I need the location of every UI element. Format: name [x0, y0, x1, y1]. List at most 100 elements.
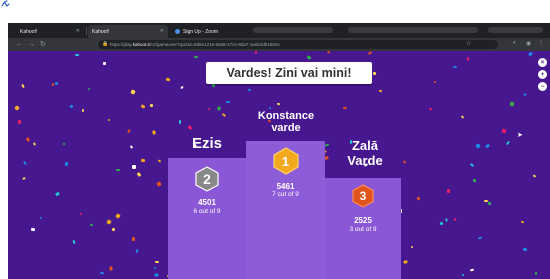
confetti-piece	[428, 107, 433, 111]
confetti-piece	[217, 106, 221, 111]
rank-number: 3	[359, 189, 367, 203]
podium-second: 2 4501 6 out of 9	[168, 158, 246, 279]
confetti-piece	[520, 220, 525, 224]
confetti-piece	[178, 119, 182, 125]
confetti-piece	[221, 112, 227, 118]
confetti-piece	[81, 108, 85, 113]
podium-third: 3 2525 3 out of 9	[325, 178, 401, 279]
confetti-piece	[62, 142, 66, 146]
confetti-piece	[469, 162, 475, 168]
confetti-piece	[149, 103, 154, 108]
close-icon[interactable]: ✕	[76, 28, 80, 34]
confetti-piece	[154, 273, 159, 277]
forward-arrow-icon[interactable]: →	[28, 40, 35, 49]
confetti-piece	[180, 85, 184, 90]
url-host: kahoot.it	[132, 42, 150, 47]
player-score: 2525	[354, 216, 372, 225]
confetti-piece	[115, 168, 121, 172]
correct-count: 7 cut of 9	[272, 191, 299, 198]
confetti-piece	[372, 71, 377, 76]
confetti-piece	[452, 65, 458, 69]
confetti-piece	[51, 82, 55, 87]
confetti-piece	[439, 221, 444, 226]
confetti-piece	[25, 137, 31, 142]
confetti-piece	[485, 143, 490, 149]
browser-tab-3[interactable]: Sign Up - Zoom	[171, 25, 246, 38]
close-circle-icon[interactable]: ×	[538, 58, 547, 67]
confetti-piece	[131, 236, 136, 242]
bronze-medal-icon: 3	[351, 184, 375, 208]
confetti-piece	[130, 89, 136, 95]
confetti-piece	[14, 105, 20, 111]
extensions-icon[interactable]: ◐	[513, 40, 517, 46]
lock-icon: 🔒	[102, 41, 109, 47]
confetti-piece	[102, 61, 107, 66]
confetti-piece	[154, 260, 160, 264]
player-score: 5461	[276, 182, 295, 191]
confetti-piece	[466, 56, 470, 62]
zoom-in-icon[interactable]: +	[538, 70, 547, 79]
confetti-piece	[127, 128, 131, 134]
confetti-piece	[501, 128, 507, 134]
confetti-piece	[534, 271, 538, 276]
browser-toolbar: ← → ↻ 🔒 https://play. kahoot.it/v2/gameov…	[8, 38, 550, 51]
corner-mark	[1, 0, 10, 7]
result-banner: Vardes! Zini vai mini!	[206, 62, 372, 84]
confetti-piece	[106, 219, 112, 225]
confetti-piece	[55, 191, 60, 197]
confetti-piece	[477, 236, 483, 240]
confetti-piece	[453, 217, 457, 222]
blurred-area	[253, 27, 333, 33]
confetti-piece	[79, 212, 83, 216]
url-path: /v2/gameover?quizId=8d5e1215-e8a8-47ce-8…	[149, 42, 280, 47]
confetti-piece	[268, 106, 272, 110]
confetti-piece	[475, 143, 481, 149]
podium-name-first: Konstance varde	[246, 110, 326, 134]
confetti-piece	[327, 51, 330, 54]
zoom-out-icon[interactable]: −	[538, 82, 547, 91]
tab-title: Kahoot!	[92, 28, 110, 35]
confetti-piece	[444, 218, 449, 222]
confetti-piece	[32, 142, 37, 146]
confetti-piece	[129, 145, 134, 149]
confetti-piece	[469, 268, 475, 272]
close-icon[interactable]: ✕	[160, 28, 164, 34]
blurred-area	[348, 27, 478, 33]
silver-medal-icon: 2	[194, 166, 220, 192]
confetti-piece	[446, 188, 451, 194]
blurred-area	[488, 27, 543, 33]
confetti-piece	[99, 271, 105, 275]
confetti-piece	[22, 160, 28, 166]
bookmark-star-icon[interactable]: ☆	[466, 40, 471, 47]
confetti-piece	[87, 87, 91, 91]
profile-icon[interactable]: ◉	[526, 40, 531, 47]
confetti-piece	[367, 51, 373, 55]
confetti-piece	[522, 247, 528, 252]
confetti-piece	[135, 248, 139, 254]
player-name-line: Ezis	[191, 135, 222, 152]
confetti-piece	[156, 181, 162, 187]
browser-tab-1[interactable]: Kahoot! ✕	[16, 25, 84, 38]
correct-count: 3 out of 9	[349, 226, 377, 233]
confetti-piece	[434, 81, 436, 83]
browser-tab-2[interactable]: Kahoot! ✕	[88, 25, 168, 38]
podium-name-third: Zalā Varde	[325, 138, 405, 168]
menu-icon[interactable]: ⋮	[538, 40, 544, 47]
reload-icon[interactable]: ↻	[40, 40, 46, 49]
confetti-piece	[461, 273, 465, 277]
player-name-line: Konstance	[257, 110, 315, 122]
gold-medal-icon: 1	[272, 147, 300, 175]
confetti-piece	[528, 51, 533, 57]
confetti-piece	[460, 115, 465, 119]
tab-title: Sign Up - Zoom	[183, 28, 219, 35]
confetti-piece	[165, 77, 171, 82]
address-bar[interactable]: 🔒 https://play. kahoot.it/v2/gameover?qui…	[98, 40, 498, 49]
back-arrow-icon[interactable]: ←	[16, 40, 23, 49]
confetti-piece	[472, 178, 477, 183]
confetti-piece	[247, 88, 252, 92]
rank-number: 1	[281, 153, 290, 169]
confetti-piece	[109, 266, 113, 271]
confetti-piece	[416, 196, 421, 201]
kahoot-podium-stage: Vardes! Zini vai mini! × + − Ezis 2 4501…	[8, 51, 550, 279]
tab-title: Kahoot!	[20, 28, 38, 35]
